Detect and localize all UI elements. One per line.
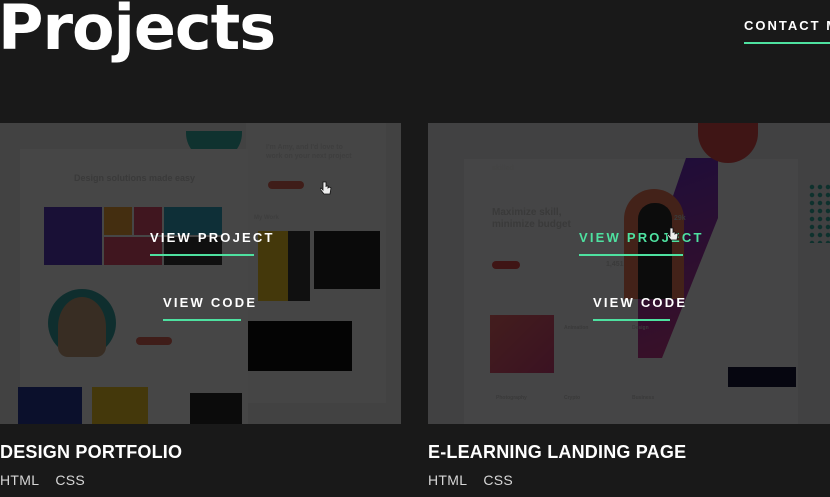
hand-cursor-icon xyxy=(320,181,332,195)
project-title: DESIGN PORTFOLIO xyxy=(0,442,183,462)
project-thumbnail[interactable]: skilled Maximize skill, minimize budget … xyxy=(428,123,830,424)
project-card-design-portfolio: Design solutions made easy I'm Amy, and … xyxy=(0,123,401,424)
thumbnail-heading: Maximize skill, minimize budget xyxy=(492,207,571,230)
tag-html: HTML xyxy=(0,472,40,488)
project-title: E-LEARNING LANDING PAGE xyxy=(428,442,687,462)
page-title: Projects xyxy=(0,0,276,64)
thumbnail-overlay xyxy=(0,123,401,424)
thumbnail-card-label: Crypto xyxy=(564,395,581,401)
project-tags: HTML CSS xyxy=(0,472,85,488)
view-code-underline xyxy=(163,319,241,321)
project-tags: HTML CSS xyxy=(428,472,513,488)
thumbnail-stat-b: 1,451 xyxy=(606,261,624,268)
thumbnail-intro: I'm Amy, and I'd love to work on your ne… xyxy=(266,144,352,161)
thumbnail-overlay xyxy=(428,123,830,424)
thumbnail-heading: Design solutions made easy xyxy=(74,173,196,183)
view-project-underline xyxy=(150,254,254,256)
hand-cursor-icon xyxy=(667,227,679,241)
thumbnail-stat-a: 29k xyxy=(674,215,686,222)
tag-css: CSS xyxy=(55,472,85,488)
thumbnail-section-label: My Work xyxy=(254,215,279,221)
view-code-underline xyxy=(593,319,670,321)
view-project-underline xyxy=(579,254,683,256)
project-card-e-learning: skilled Maximize skill, minimize budget … xyxy=(428,123,830,424)
view-code-button[interactable]: VIEW CODE xyxy=(163,295,257,310)
tag-html: HTML xyxy=(428,472,468,488)
thumbnail-brand: skilled xyxy=(492,165,514,172)
thumbnail-card-label: Photography xyxy=(496,395,527,401)
thumbnail-card-label: Design xyxy=(632,325,649,331)
project-thumbnail[interactable]: Design solutions made easy I'm Amy, and … xyxy=(0,123,401,424)
tag-css: CSS xyxy=(483,472,513,488)
contact-me-underline xyxy=(744,42,830,44)
thumbnail-card-label: Animation xyxy=(564,325,589,331)
view-code-button[interactable]: VIEW CODE xyxy=(593,295,687,310)
contact-me-link[interactable]: CONTACT ME xyxy=(744,18,830,33)
view-project-button[interactable]: VIEW PROJECT xyxy=(579,230,704,245)
view-project-button[interactable]: VIEW PROJECT xyxy=(150,230,275,245)
thumbnail-card-label: Business xyxy=(632,395,655,401)
